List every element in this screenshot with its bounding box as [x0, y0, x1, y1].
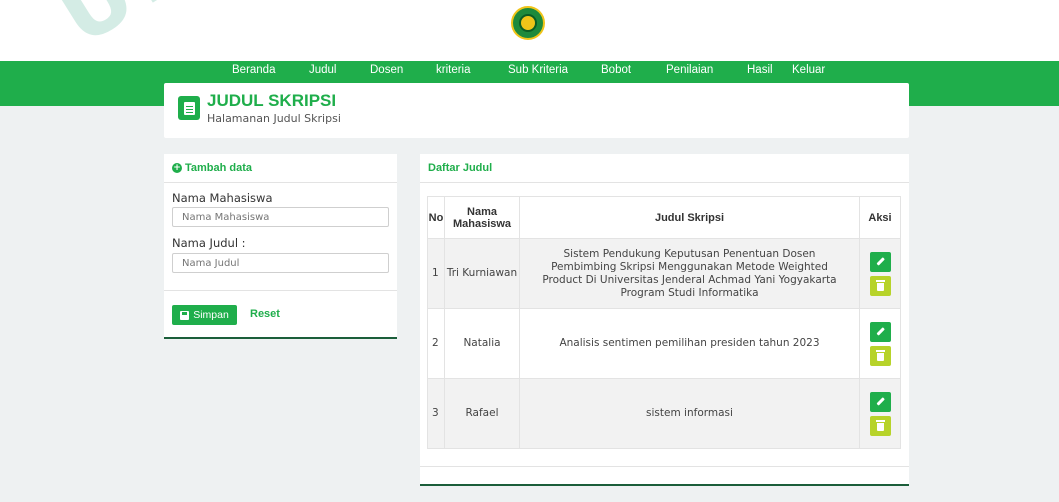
page-subtitle: Halamanan Judul Skripsi [207, 112, 341, 125]
trash-icon [875, 279, 885, 291]
nav-penilaian[interactable]: Penilaian [666, 64, 713, 76]
cell-no: 1 [427, 238, 445, 309]
edit-button[interactable] [869, 321, 891, 342]
add-data-title: Tambah data [185, 162, 253, 174]
trash-icon [875, 419, 885, 431]
delete-button[interactable] [869, 275, 891, 296]
table-row: 2 Natalia Analisis sentimen pemilihan pr… [427, 308, 901, 379]
cell-no: 2 [427, 308, 445, 379]
nama-judul-input[interactable] [172, 253, 389, 273]
save-button-label: Simpan [193, 309, 229, 321]
page-header: JUDUL SKRIPSI Halamanan Judul Skripsi [164, 83, 909, 138]
trash-icon [875, 349, 885, 361]
add-data-panel: + Tambah data Nama Mahasiswa Nama Judul … [164, 154, 397, 339]
cell-no: 3 [427, 378, 445, 449]
nav-sub-kriteria[interactable]: Sub Kriteria [508, 64, 568, 76]
page-title: JUDUL SKRIPSI [207, 91, 337, 110]
table-row: 3 Rafael sistem informasi [427, 378, 901, 449]
cell-judul: Analisis sentimen pemilihan presiden tah… [519, 308, 860, 379]
panel-footer-divider [420, 466, 909, 467]
form-divider [164, 290, 397, 291]
floppy-icon [180, 310, 190, 320]
pencil-icon [875, 397, 885, 406]
cell-judul: sistem informasi [519, 378, 860, 449]
pencil-icon [875, 257, 885, 266]
pencil-icon [875, 327, 885, 336]
nama-judul-label: Nama Judul : [172, 236, 246, 250]
table-row: 1 Tri Kurniawan Sistem Pendukung Keputus… [427, 238, 901, 309]
delete-button[interactable] [869, 345, 891, 366]
cell-nama: Tri Kurniawan [444, 238, 520, 309]
title-table: No Nama Mahasiswa Judul Skripsi Aksi 1 T… [427, 196, 901, 449]
nav-kriteria[interactable]: kriteria [436, 64, 471, 76]
cell-aksi [859, 238, 901, 309]
edit-button[interactable] [869, 251, 891, 272]
nav-beranda[interactable]: Beranda [232, 64, 275, 76]
university-logo-icon [511, 6, 545, 40]
title-list-header: Daftar Judul [420, 154, 909, 183]
column-header-aksi: Aksi [859, 196, 901, 239]
nav-bobot[interactable]: Bobot [601, 64, 631, 76]
cell-aksi [859, 378, 901, 449]
nav-keluar[interactable]: Keluar [792, 64, 825, 76]
delete-button[interactable] [869, 415, 891, 436]
nama-mahasiswa-input[interactable] [172, 207, 389, 227]
nav-hasil[interactable]: Hasil [747, 64, 773, 76]
save-button[interactable]: Simpan [172, 305, 237, 325]
cell-judul: Sistem Pendukung Keputusan Penentuan Dos… [519, 238, 860, 309]
cell-nama: Rafael [444, 378, 520, 449]
column-header-judul: Judul Skripsi [519, 196, 860, 239]
cell-nama: Natalia [444, 308, 520, 379]
column-header-nama: Nama Mahasiswa [444, 196, 520, 239]
watermark: UNIVERSITAS JENDERAL ACHMAD YANI YOGYAKA… [40, 0, 1059, 65]
nama-mahasiswa-label: Nama Mahasiswa [172, 191, 273, 205]
plus-circle-icon: + [172, 163, 182, 173]
title-list-panel: Daftar Judul No Nama Mahasiswa Judul Skr… [420, 154, 909, 486]
column-header-no: No [427, 196, 445, 239]
cell-aksi [859, 308, 901, 379]
nav-dosen[interactable]: Dosen [370, 64, 403, 76]
edit-button[interactable] [869, 391, 891, 412]
document-icon [178, 96, 200, 120]
reset-button[interactable]: Reset [250, 308, 280, 320]
add-data-header: + Tambah data [164, 154, 397, 183]
nav-judul[interactable]: Judul [309, 64, 337, 76]
